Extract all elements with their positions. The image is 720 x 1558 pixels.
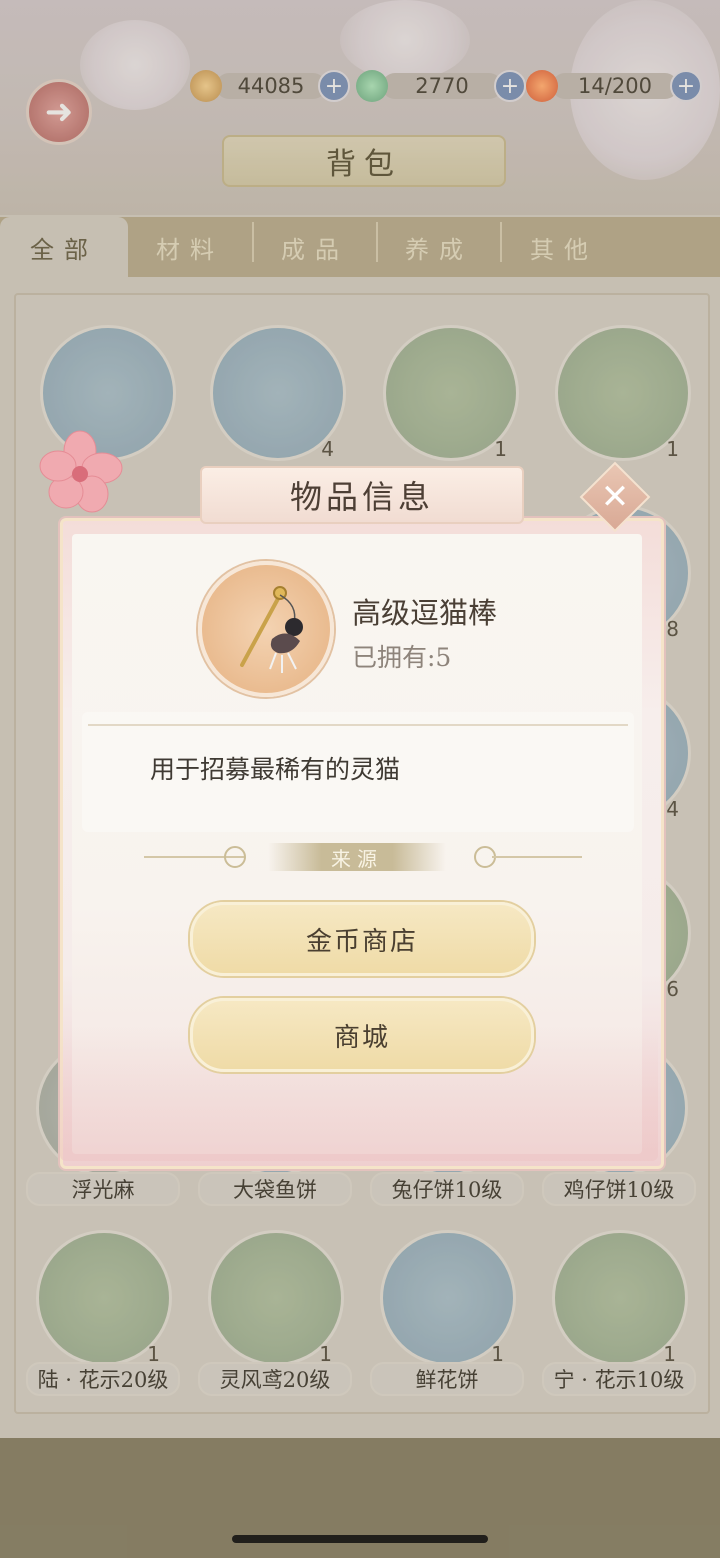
item-icon — [198, 561, 334, 697]
mall-button[interactable]: 商城 — [190, 998, 534, 1072]
item-name: 高级逗猫棒 — [352, 596, 498, 630]
paw-coin-icon — [190, 70, 222, 102]
source-label: 来源 — [268, 843, 446, 871]
modal-title: 物品信息 — [200, 466, 524, 524]
blossom-icon — [39, 430, 123, 513]
divider — [492, 856, 582, 858]
ornament-icon — [224, 846, 246, 868]
item-description: 用于招募最稀有的灵猫 — [150, 755, 401, 784]
item-info-modal: 物品信息 ✕ 高级逗猫棒 已拥有:5 用于招募最稀有的灵猫 来源 金币商店 商城 — [39, 430, 664, 1169]
divider — [88, 724, 628, 726]
stamina-icon — [526, 70, 558, 102]
coin-shop-button[interactable]: 金币商店 — [190, 902, 534, 976]
leaf-gem-icon — [356, 70, 388, 102]
close-icon[interactable]: ✕ — [590, 472, 640, 522]
cat-teaser-wand-icon — [240, 586, 303, 673]
item-owned-count: 已拥有:5 — [352, 643, 452, 672]
